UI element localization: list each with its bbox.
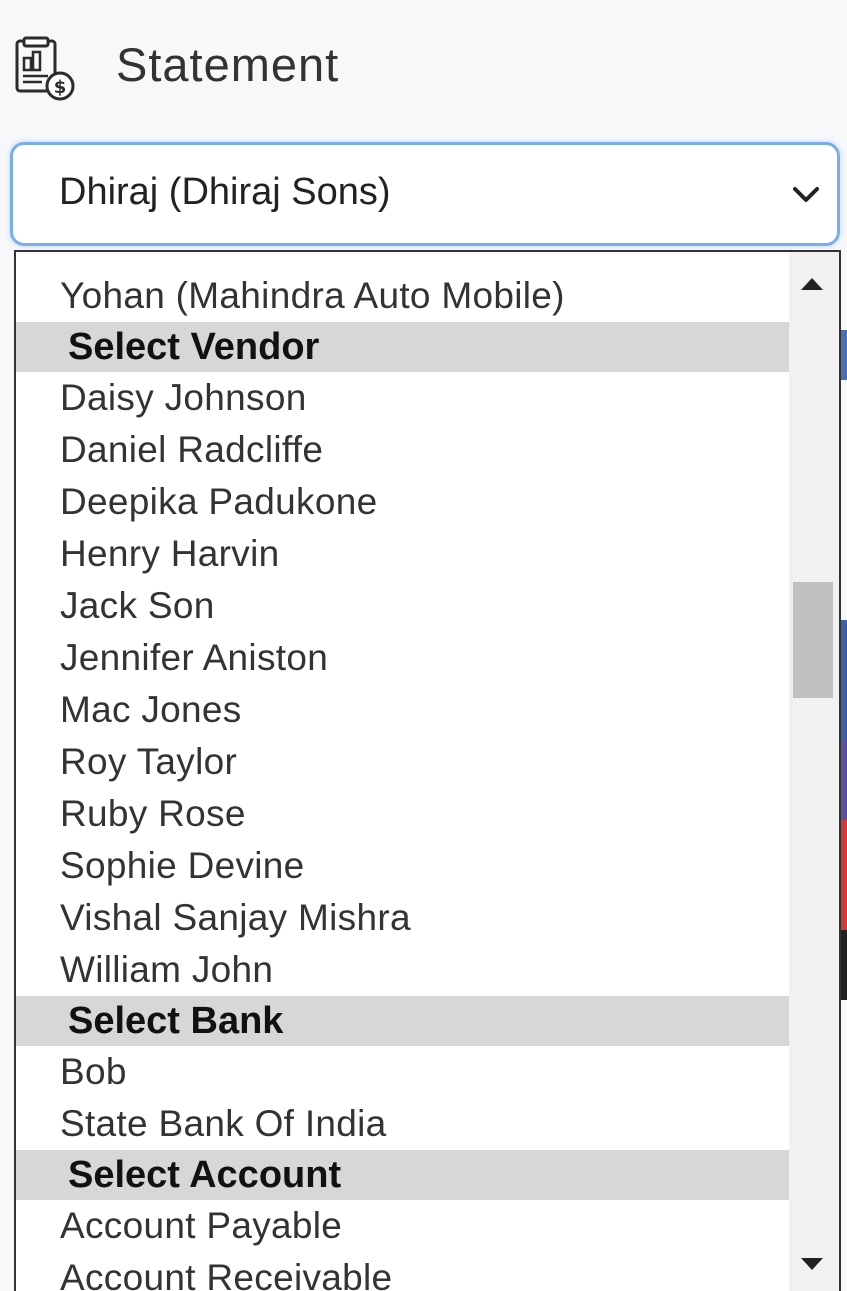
background-strip (841, 740, 847, 820)
option-group-header: Select Vendor (16, 322, 789, 372)
chevron-down-icon[interactable] (789, 179, 823, 209)
dropdown-option[interactable]: Bob (16, 1046, 789, 1098)
dropdown-option[interactable]: Yohan (Mahindra Auto Mobile) (16, 270, 789, 322)
page-title: Statement (116, 37, 340, 91)
dropdown-option[interactable]: Account Receivable (16, 1252, 789, 1291)
dropdown-option[interactable]: Roy Taylor (16, 736, 789, 788)
statement-page: $ Statement Dhiraj (Dhiraj Sons) Yohan (… (0, 0, 847, 1291)
dropdown-option[interactable]: William John (16, 944, 789, 996)
background-strip (841, 820, 847, 930)
scroll-thumb[interactable] (793, 582, 833, 698)
background-strip (841, 620, 847, 740)
scrollbar[interactable] (789, 252, 839, 1291)
dropdown-option[interactable]: Ruby Rose (16, 788, 789, 840)
dropdown-list[interactable]: Yohan (Mahindra Auto Mobile) Select Vendo… (14, 250, 841, 1291)
page-header: $ Statement (12, 34, 339, 104)
background-strip (841, 330, 847, 380)
svg-text:$: $ (54, 77, 67, 98)
dropdown-option[interactable]: Daniel Radcliffe (16, 424, 789, 476)
scroll-down-arrow-icon[interactable] (801, 1258, 823, 1270)
option-group-header: Select Bank (16, 996, 789, 1046)
dropdown-option[interactable]: Henry Harvin (16, 528, 789, 580)
option-group-header: Select Account (16, 1150, 789, 1200)
selected-value: Dhiraj (Dhiraj Sons) (59, 171, 391, 213)
scroll-up-arrow-icon[interactable] (801, 278, 823, 290)
background-strip (841, 930, 847, 1000)
dropdown-option[interactable]: State Bank Of India (16, 1098, 789, 1150)
dropdown-option[interactable]: Daisy Johnson (16, 372, 789, 424)
dropdown-option[interactable]: Sophie Devine (16, 840, 789, 892)
statement-icon: $ (12, 36, 78, 102)
dropdown-option[interactable]: Deepika Padukone (16, 476, 789, 528)
dropdown-option[interactable]: Account Payable (16, 1200, 789, 1252)
dropdown-option[interactable]: Mac Jones (16, 684, 789, 736)
statement-select[interactable]: Dhiraj (Dhiraj Sons) (10, 142, 840, 246)
dropdown-option[interactable]: Vishal Sanjay Mishra (16, 892, 789, 944)
dropdown-option[interactable]: Jennifer Aniston (16, 632, 789, 684)
dropdown-option[interactable]: Jack Son (16, 580, 789, 632)
options-list: Yohan (Mahindra Auto Mobile) Select Vendo… (16, 270, 789, 1291)
